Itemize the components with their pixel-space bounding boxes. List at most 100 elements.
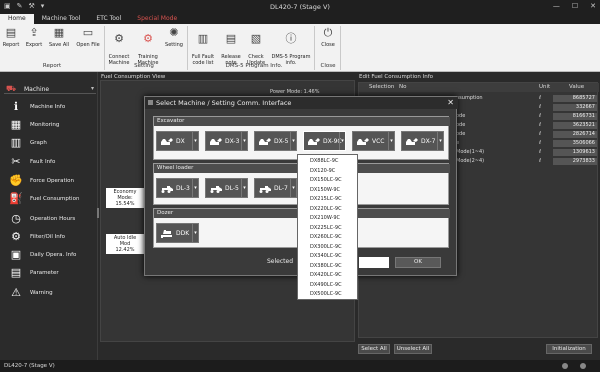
chevron-down-icon: ▾ (339, 132, 345, 150)
note-icon: ▤ (225, 32, 237, 45)
model-dropdown-list: DX88LC-9C DX120-9C DX150LC-9C DX150W-9C … (297, 154, 358, 300)
table-header: Selection No Unit Value (359, 83, 599, 92)
machine-dl-3-button[interactable]: DL-3 ▾ (156, 178, 199, 198)
nav-item-fuel-consumption[interactable]: ⛽ Fuel Consumption (8, 192, 96, 208)
info-circle-icon: ⓘ (285, 32, 297, 45)
dropdown-item[interactable]: DX340LC-9C (310, 253, 342, 259)
dropdown-item[interactable]: DX120-9C (310, 168, 335, 174)
chevron-down-icon: ▾ (192, 224, 198, 242)
nav-item-monitoring[interactable]: ▦ Monitoring (8, 118, 96, 134)
machine-ddk-button[interactable]: DDK ▾ (156, 223, 199, 243)
status-text: DL420-7 (Stage V) (4, 363, 55, 369)
fault-icon: ✂ (11, 155, 21, 168)
warning-icon: ⚠ (11, 286, 21, 299)
left-nav: ⛟ Machine ▾ ℹ Machine Info ▦ Monitoring … (0, 72, 99, 360)
dropdown-item[interactable]: DX88LC-9C (310, 158, 338, 164)
report-button[interactable]: ▤ Report (2, 26, 20, 48)
window-title: DL420-7 (Stage V) (270, 3, 330, 11)
machine-icon: ⛟ (6, 84, 17, 93)
folder-icon: ▭ (82, 26, 94, 39)
nav-item-filter-oil-info[interactable]: ⚙ Filter/Oil Info (8, 230, 96, 246)
nav-item-daily-opera-info[interactable]: ▣ Daily Opera. Info (8, 248, 96, 264)
dropdown-item[interactable]: DX490LC-9C (310, 282, 342, 288)
ribbon-separator (340, 26, 341, 70)
wheel-loader-icon (161, 186, 173, 193)
dropdown-item[interactable]: DX380LC-9C (310, 263, 342, 269)
nav-item-machine-info[interactable]: ℹ Machine Info (8, 100, 96, 116)
tab-home[interactable]: Home (0, 14, 34, 24)
machine-dx-button[interactable]: DX ▾ (156, 131, 199, 151)
save-all-button[interactable]: ▦ Save All (47, 26, 71, 48)
power-icon: ⏻ (323, 26, 333, 39)
close-icon[interactable]: ✕ (447, 98, 454, 107)
ribbon-separator (104, 26, 105, 70)
setting-button[interactable]: ✺ Setting (163, 26, 185, 48)
dropdown-item[interactable]: DX220LC-9C (310, 206, 342, 212)
dropdown-item[interactable]: DX500LC-9C (310, 291, 342, 297)
machine-dx-5-button[interactable]: DX-5 ▾ (254, 131, 297, 151)
nav-item-operation-hours[interactable]: ◷ Operation Hours (8, 212, 96, 228)
status-indicator (562, 363, 568, 369)
dropdown-item[interactable]: DX225LC-9C (310, 225, 342, 231)
group-dms5-label: DMS-5 Program Info. (225, 63, 283, 69)
title-bar: ▣ ✎ ⚒ ▾ DL420-7 (Stage V) — ☐ ✕ (0, 0, 600, 14)
close-window-icon[interactable]: ✕ (590, 2, 596, 10)
nav-item-graph[interactable]: ▥ Graph (8, 136, 96, 152)
select-all-button[interactable]: Select All (358, 344, 390, 354)
machine-selector[interactable]: ⛟ Machine ▾ (4, 84, 96, 94)
dropdown-item[interactable]: DX420LC-9C (310, 272, 342, 278)
nav-item-force-operation[interactable]: ✊ Force Operation (8, 174, 96, 190)
tab-etc-tool[interactable]: ETC Tool (88, 14, 129, 24)
dialog-icon (148, 100, 153, 105)
machine-dl-5-button[interactable]: DL-5 ▾ (205, 178, 248, 198)
report-icon: ▤ (5, 26, 17, 39)
excavator-icon (210, 138, 222, 145)
unselect-all-button[interactable]: Unselect All (394, 344, 432, 354)
initialization-button[interactable]: Initialization (546, 344, 592, 354)
chevron-down-icon: ▾ (290, 132, 296, 150)
excavator-icon (406, 138, 418, 145)
dropdown-item[interactable]: DX150LC-9C (310, 177, 342, 183)
auto-idle-mode-label: Auto Idle Mod 12.42% (106, 234, 144, 254)
chevron-down-icon: ▾ (388, 132, 394, 150)
machine-vcc-button[interactable]: VCC ▾ (352, 131, 395, 151)
nav-item-parameter[interactable]: ▤ Parameter (8, 266, 96, 282)
dropdown-item[interactable]: DX260LC-9C (310, 234, 342, 240)
dropdown-item[interactable]: DX150W-9C (310, 187, 340, 193)
selected-machine-field[interactable] (359, 257, 389, 268)
excavator-icon (357, 138, 369, 145)
chevron-down-icon: ▾ (241, 179, 247, 197)
minimize-icon[interactable]: — (553, 2, 560, 10)
ribbon-separator (314, 26, 315, 70)
dropdown-item[interactable]: DX215LC-9C (310, 196, 342, 202)
edit-fuel-consumption-title: Edit Fuel Consumption Info (359, 74, 433, 80)
close-button[interactable]: ⏻ Close (318, 26, 338, 48)
status-bar: DL420-7 (Stage V) (0, 360, 600, 372)
machine-dx-7-button[interactable]: DX-7 ▾ (401, 131, 444, 151)
parameter-icon: ▤ (10, 266, 22, 279)
selected-label: Selected (267, 258, 294, 265)
nav-scrollbar[interactable] (97, 208, 99, 218)
nav-item-fault-info[interactable]: ✂ Fault Info (8, 155, 96, 171)
maximize-icon[interactable]: ☐ (572, 2, 578, 10)
connect-icon: ⚙ (114, 32, 124, 45)
ok-button[interactable]: OK (395, 257, 441, 268)
tab-machine-tool[interactable]: Machine Tool (34, 14, 89, 24)
wheel-loader-icon (210, 186, 222, 193)
export-button[interactable]: ⇪ Export (24, 26, 44, 48)
dropdown-item[interactable]: DX210W-9C (310, 215, 340, 221)
oil-icon: ⚙ (11, 230, 21, 243)
dropdown-item[interactable]: DX300LC-9C (310, 244, 342, 250)
gear-icon: ✺ (169, 26, 179, 39)
nav-item-warning[interactable]: ⚠ Warning (8, 286, 96, 302)
tab-special-mode[interactable]: Special Mode (129, 14, 185, 24)
machine-dx-3-button[interactable]: DX-3 ▾ (205, 131, 248, 151)
dozer-icon (161, 230, 172, 238)
clock-icon: ◷ (11, 212, 21, 225)
machine-dx-9c-button[interactable]: DX-9C ▾ (303, 131, 346, 151)
excavator-icon (161, 138, 173, 145)
ribbon-separator (187, 26, 188, 70)
open-file-button[interactable]: ▭ Open File (74, 26, 102, 48)
group-close-label: Close (320, 63, 336, 69)
machine-dl-7-button[interactable]: DL-7 ▾ (254, 178, 297, 198)
